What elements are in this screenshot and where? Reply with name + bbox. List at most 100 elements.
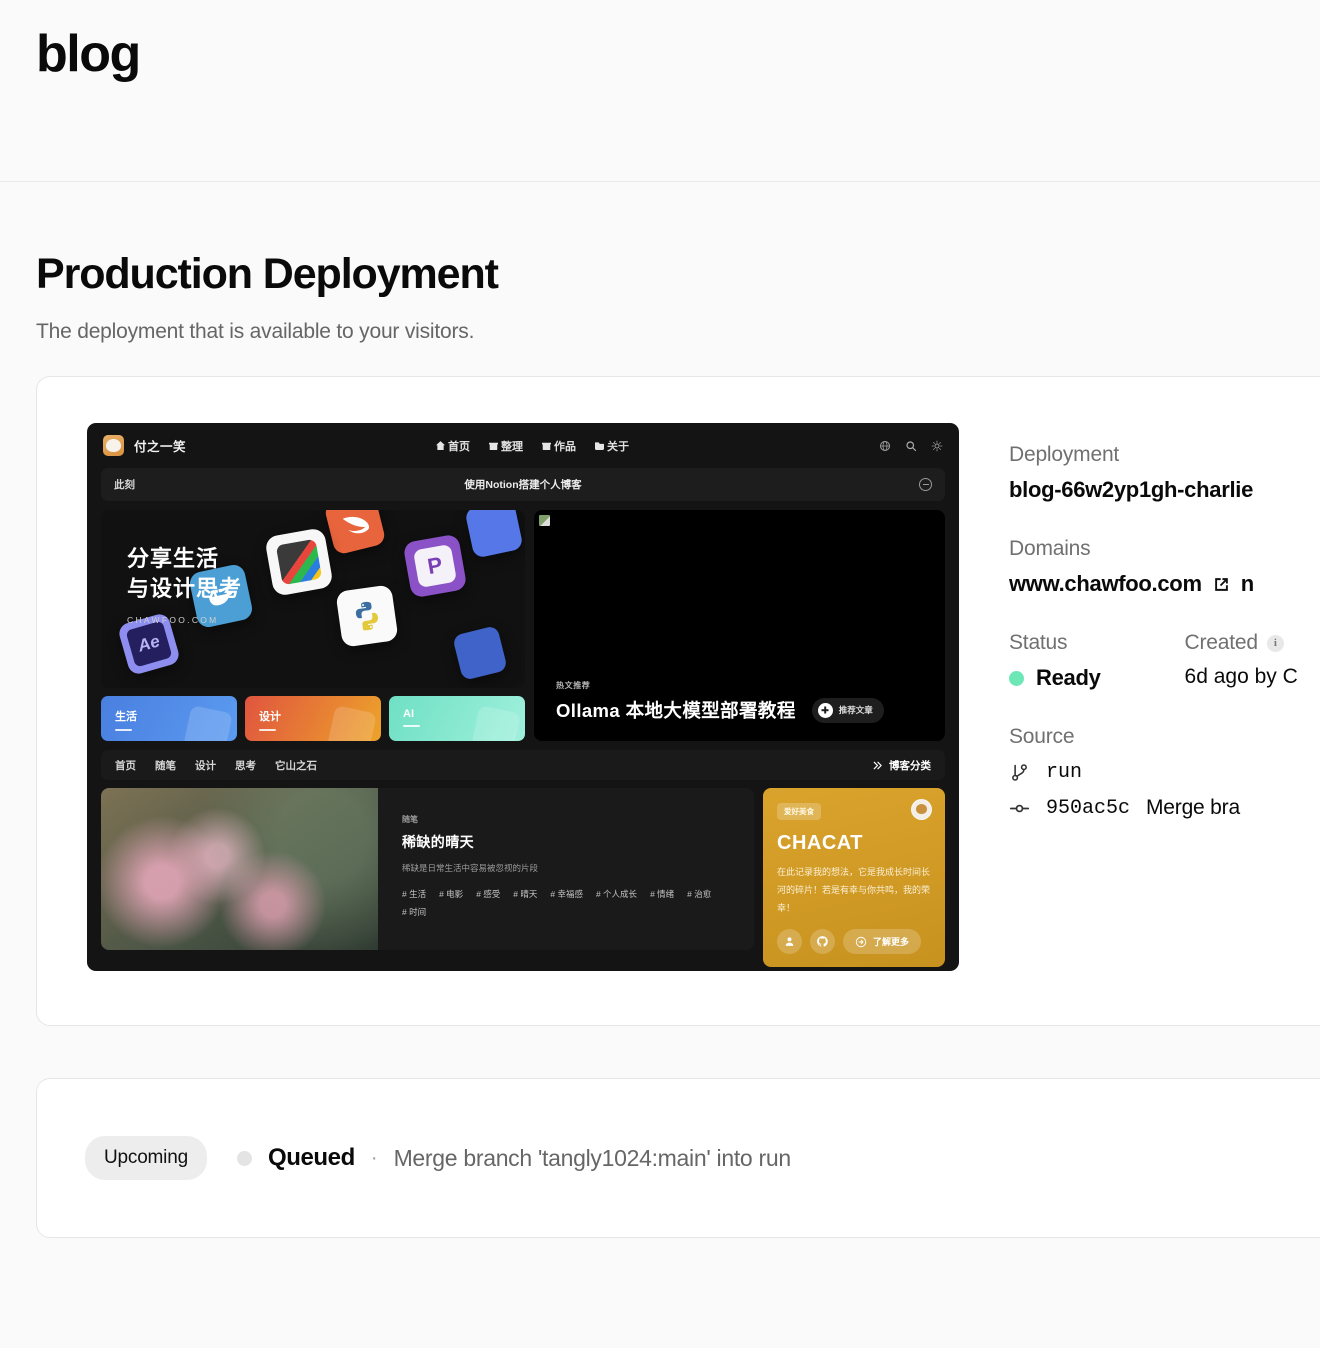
preview-nav-item-home[interactable]: 首页 (436, 438, 470, 454)
category-card-ai[interactable]: AI (389, 696, 525, 742)
person-icon-button[interactable] (777, 929, 802, 955)
preview-banner[interactable]: 此刻 使用Notion搭建个人博客 (101, 468, 945, 502)
search-icon[interactable] (905, 440, 917, 452)
domain-primary-link[interactable]: www.chawfoo.com (1009, 571, 1202, 597)
preview-hero-line1: 分享生活 (127, 546, 220, 572)
deployment-meta-panel: Deployment blog-66w2yp1gh-charlie Domain… (959, 423, 1320, 1025)
created-value: 6d ago by C (1184, 665, 1298, 689)
preview-promo-card[interactable]: 爱好美食 CHACAT 在此记录我的想法，它是我成长时间长河的碎片！若是有幸与你… (763, 788, 945, 968)
home-icon (436, 441, 445, 451)
deployment-field: Deployment blog-66w2yp1gh-charlie (1009, 443, 1320, 503)
article-tag[interactable]: # 感受 (476, 888, 500, 900)
source-branch-row[interactable]: run (1009, 761, 1320, 784)
person-icon (785, 937, 794, 946)
swift-app-icon (323, 510, 387, 556)
upcoming-deployment-card[interactable]: Upcoming Queued · Merge branch 'tangly10… (36, 1078, 1320, 1239)
domains-row: www.chawfoo.com n (1009, 571, 1320, 597)
article-tag[interactable]: # 晴天 (513, 888, 537, 900)
preview-article-card[interactable]: 随笔 稀缺的晴天 稀缺是日常生活中容易被忽视的片段 # 生活 # 电影 # 感受… (101, 788, 754, 951)
status-label: Status (1009, 631, 1068, 655)
blue-app-icon (464, 510, 524, 559)
info-icon[interactable]: i (1266, 634, 1284, 652)
preview-learn-more-label: 了解更多 (873, 937, 910, 948)
sun-icon[interactable] (931, 440, 943, 452)
article-tag[interactable]: # 幸福感 (550, 888, 583, 900)
category-underline (259, 729, 276, 732)
preview-blog-categories-button[interactable]: 博客分类 (872, 758, 931, 773)
article-tag[interactable]: # 个人成长 (596, 888, 637, 900)
preview-nav-item-archive[interactable]: 整理 (489, 438, 523, 454)
works-box-icon (542, 442, 551, 451)
avatar (911, 799, 932, 821)
git-branch-icon (1012, 764, 1027, 781)
preview-video-row: Ollama 本地大模型部署教程 推荐文章 (556, 697, 929, 723)
folder-icon (595, 442, 604, 451)
preview-nav-item-works[interactable]: 作品 (542, 438, 576, 454)
preview-tab-essays[interactable]: 随笔 (155, 758, 176, 773)
preview-article-title: 稀缺的晴天 (402, 834, 474, 851)
preview-content-grid: Ae P 分享生活 与设计思考 CHAWFOO.COM 生活 设计 AI 热文推… (87, 501, 959, 742)
article-tag[interactable]: # 电影 (439, 888, 463, 900)
domains-label: Domains (1009, 537, 1091, 561)
separator: · (370, 1146, 378, 1169)
preview-banner-center: 使用Notion搭建个人博客 (464, 479, 582, 492)
preview-right-column: 热文推荐 Ollama 本地大模型部署教程 推荐文章 (534, 510, 945, 742)
preview-category-tabs: 首页 随笔 设计 思考 它山之石 博客分类 (101, 750, 945, 781)
preview-hero-card[interactable]: Ae P 分享生活 与设计思考 CHAWFOO.COM (101, 510, 525, 689)
recommended-articles-button[interactable]: 推荐文章 (811, 697, 884, 723)
preview-article-description: 稀缺是日常生活中容易被忽视的片段 (402, 863, 539, 874)
upcoming-commit-message: Merge branch 'tangly1024:main' into run (393, 1144, 792, 1171)
preview-navbar: 付之一笑 首页 整理 作品 关于 (87, 423, 959, 468)
preview-tab-thoughts[interactable]: 思考 (235, 758, 256, 773)
plus-icon (817, 702, 833, 718)
preview-article-tags: # 生活 # 电影 # 感受 # 晴天 # 幸福感 # 个人成长 # 情绪 # … (402, 888, 732, 918)
github-icon-button[interactable] (810, 929, 835, 955)
preview-bottom-row: 随笔 稀缺的晴天 稀缺是日常生活中容易被忽视的片段 # 生活 # 电影 # 感受… (87, 780, 959, 968)
preview-tab-design[interactable]: 设计 (195, 758, 216, 773)
queued-status-label: Queued (267, 1144, 355, 1172)
python-app-icon (335, 584, 399, 648)
category-card-life[interactable]: 生活 (101, 696, 237, 742)
preview-nav-label: 整理 (501, 440, 523, 453)
article-tag[interactable]: # 情绪 (650, 888, 674, 900)
preview-article-body: 随笔 稀缺的晴天 稀缺是日常生活中容易被忽视的片段 # 生活 # 电影 # 感受… (378, 788, 732, 950)
upcoming-status-group: Queued · Merge branch 'tangly1024:main' … (236, 1144, 792, 1172)
article-tag[interactable]: # 生活 (402, 888, 426, 900)
preview-featured-video-card[interactable]: 热文推荐 Ollama 本地大模型部署教程 推荐文章 (534, 510, 945, 742)
category-label: 生活 (115, 711, 137, 724)
preview-tab-others[interactable]: 它山之石 (275, 758, 317, 773)
preview-hero-line2: 与设计思考 (127, 575, 243, 601)
preview-hero-url: CHAWFOO.COM (127, 615, 219, 626)
preview-video-title: Ollama 本地大模型部署教程 (556, 700, 796, 722)
source-commit-row[interactable]: 950ac5c Merge bra (1009, 796, 1320, 820)
category-label: AI (403, 708, 414, 721)
deployment-preview-screenshot[interactable]: 付之一笑 首页 整理 作品 关于 此刻 使用Notion搭建个人博客 Ae P … (87, 423, 959, 972)
preview-tab-home[interactable]: 首页 (115, 758, 136, 773)
status-created-row: Status Ready Created i 6d ago by C (1009, 631, 1320, 691)
source-label: Source (1009, 725, 1075, 749)
broken-image-icon (539, 515, 550, 527)
archive-box-icon (489, 442, 498, 451)
preview-nav-item-about[interactable]: 关于 (595, 438, 629, 454)
source-branch-name: run (1046, 761, 1083, 785)
globe-icon[interactable] (879, 440, 891, 452)
preview-left-column: Ae P 分享生活 与设计思考 CHAWFOO.COM 生活 设计 AI (101, 510, 525, 742)
source-commit-hash: 950ac5c (1046, 796, 1131, 820)
learn-more-button[interactable]: 了解更多 (843, 929, 922, 955)
preview-tabs-right-label: 博客分类 (889, 759, 931, 772)
article-tag[interactable]: # 治愈 (687, 888, 711, 900)
source-field: Source run 950ac5c Merge bra (1009, 725, 1320, 820)
preview-article-thumbnail (101, 788, 378, 951)
github-icon (817, 936, 828, 947)
preview-nav-label: 作品 (554, 440, 576, 453)
preview-hero-text: 分享生活 与设计思考 CHAWFOO.COM (127, 544, 242, 625)
category-card-design[interactable]: 设计 (245, 696, 381, 742)
queued-indicator-dot (236, 1150, 252, 1166)
status-line: Ready (1009, 665, 1101, 691)
article-tag[interactable]: # 时间 (402, 906, 426, 918)
external-link-icon[interactable] (1212, 575, 1231, 594)
preview-logo-icon (103, 435, 124, 457)
created-label: Created (1184, 631, 1259, 655)
domain-secondary-link[interactable]: n (1241, 571, 1254, 597)
arrow-right-circle-icon (855, 936, 867, 947)
